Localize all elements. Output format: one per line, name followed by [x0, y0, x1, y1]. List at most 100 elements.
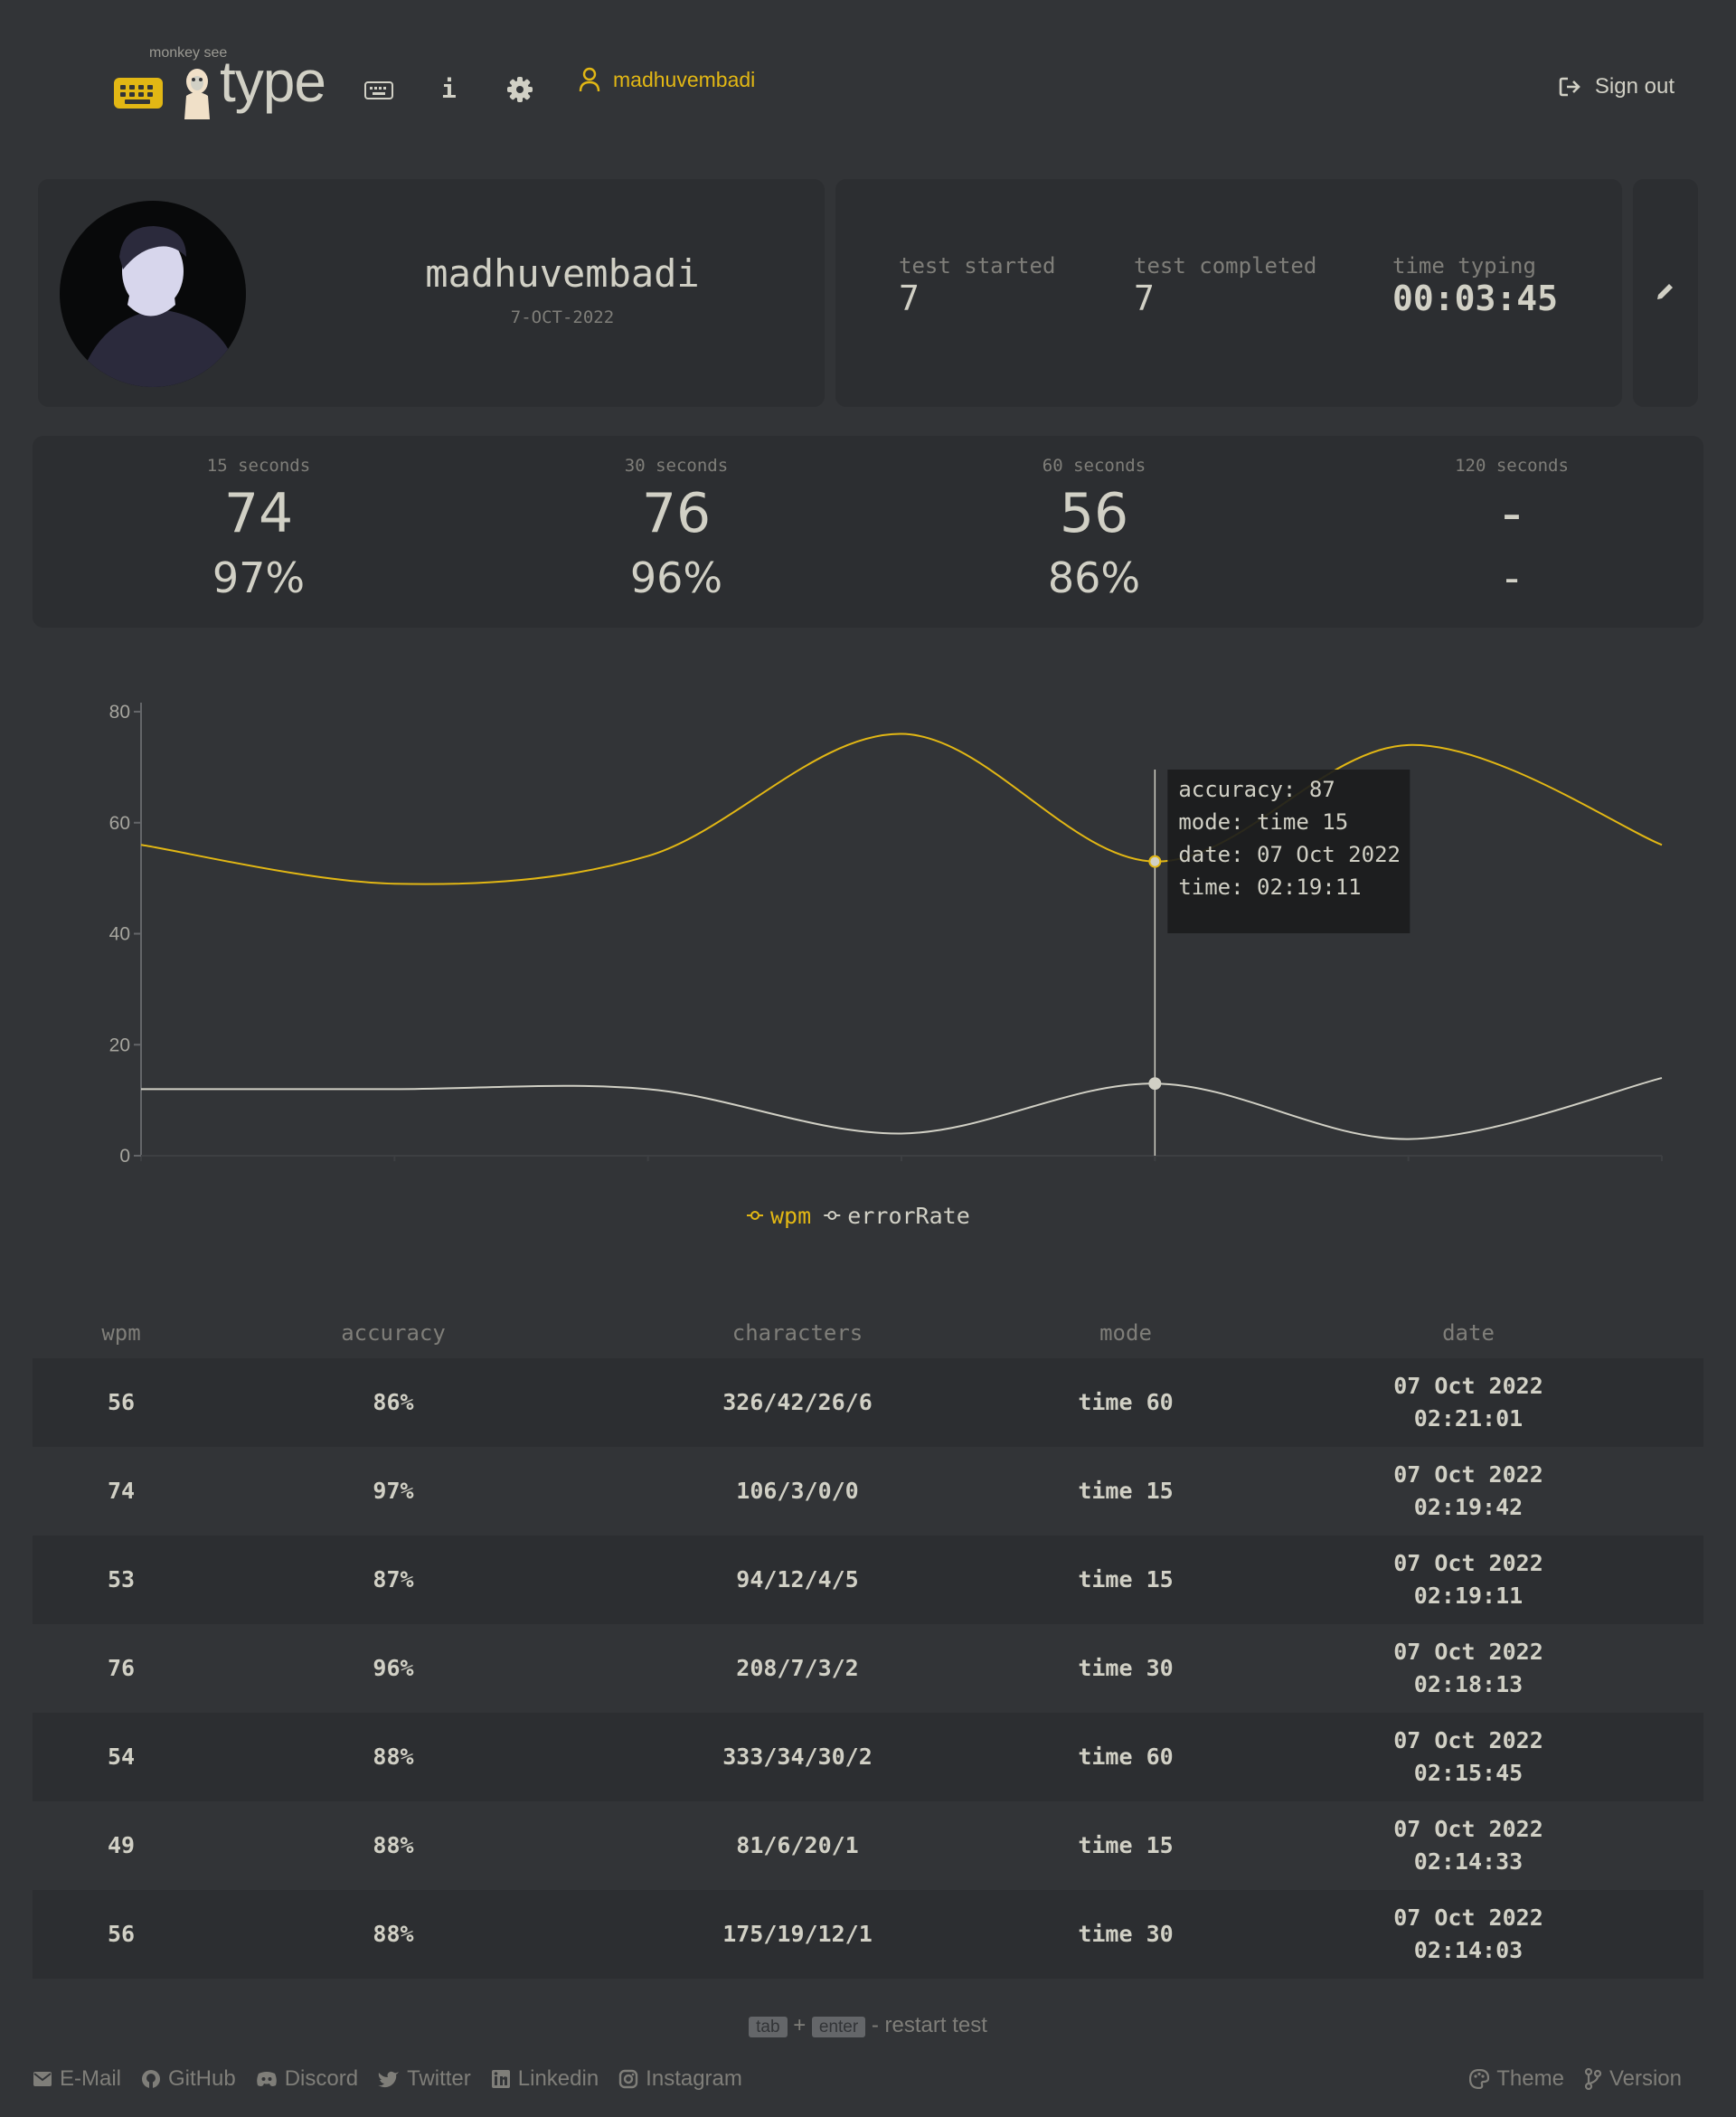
stat-tests-completed: test completed 7: [1134, 253, 1316, 318]
footer-version-button[interactable]: Version: [1584, 2066, 1682, 2092]
pb-120-seconds[interactable]: 120 seconds - -: [1376, 436, 1647, 599]
cell-date: 07 Oct 2022 02:18:13: [1233, 1624, 1703, 1713]
info-icon[interactable]: i: [441, 74, 457, 104]
footer-version-label: Version: [1609, 2066, 1682, 2091]
history-chart[interactable]: 0 20 40 60 80 accuracy: 87 mode: time 15 date: …: [0, 669, 1736, 1248]
cell-accuracy: 88%: [373, 1832, 414, 1858]
col-header-accuracy[interactable]: accuracy: [210, 1308, 577, 1358]
footer-link-discord[interactable]: Discord: [256, 2066, 358, 2092]
pb-wpm: 56: [1059, 482, 1129, 545]
pb-wpm: -: [1502, 482, 1522, 545]
tooltip-line: time: 02:19:11: [1178, 874, 1361, 900]
cell-characters: 175/19/12/1: [577, 1890, 1018, 1979]
edit-profile-button[interactable]: [1633, 179, 1698, 407]
footer-link-email[interactable]: E-Mail: [33, 2066, 121, 2092]
legend-label-errorRate: errorRate: [847, 1203, 969, 1229]
legend-marker-wpm: [750, 1211, 760, 1220]
cell-characters: 94/12/4/5: [577, 1536, 1018, 1624]
stat-tests-started: test started 7: [899, 253, 1055, 318]
pb-wpm: 76: [641, 482, 712, 545]
pb-30-seconds[interactable]: 30 seconds 76 96%: [541, 436, 812, 599]
table-row: 56 86% 326/42/26/6 time 60 07 Oct 2022 02:21:…: [33, 1358, 1703, 1447]
sign-out-label: Sign out: [1594, 74, 1675, 99]
logo-wordmark[interactable]: type: [220, 52, 326, 110]
sign-out-button[interactable]: Sign out: [1559, 74, 1675, 99]
git-branch-icon: [1584, 2068, 1602, 2090]
cell-accuracy: 87%: [210, 1536, 577, 1624]
instagram-icon: [618, 2069, 638, 2089]
restart-hint: tab + enter - restart test: [0, 2013, 1736, 2038]
github-icon: [142, 2070, 161, 2088]
key-tab: tab: [749, 2017, 788, 2037]
logo-keyboard-icon[interactable]: [114, 78, 163, 109]
keyboard-icon[interactable]: [364, 80, 393, 100]
nav-account-link[interactable]: madhuvembadi: [579, 67, 755, 92]
stat-value: 7: [899, 279, 920, 318]
cell-date: 07 Oct 2022 02:19:11: [1233, 1536, 1703, 1624]
table-row: 56 88% 175/19/12/1 time 30 07 Oct 2022 02:14:…: [33, 1890, 1703, 1979]
email-icon: [33, 2072, 52, 2086]
cell-date: 07 Oct 2022 02:14:03: [1233, 1890, 1703, 1979]
series-line-errorRate: [141, 1077, 1663, 1140]
pb-60-seconds[interactable]: 60 seconds 56 86%: [958, 436, 1230, 599]
cell-mode: time 60: [1018, 1358, 1233, 1447]
pb-15-seconds[interactable]: 15 seconds 74 97%: [123, 436, 394, 599]
personal-bests-panel: 15 seconds 74 97% 30 seconds 76 96% 60 s…: [33, 436, 1703, 628]
cell-date: 07 Oct 2022 02:14:33: [1233, 1801, 1703, 1890]
series-line-wpm: [140, 732, 1663, 885]
pb-accuracy: -: [1504, 553, 1520, 602]
pb-wpm: 74: [223, 482, 294, 545]
cell-mode: time 30: [1018, 1890, 1233, 1979]
hover-point-errorRate: [1148, 1077, 1162, 1091]
nav-username: madhuvembadi: [613, 67, 756, 91]
sign-out-icon: [1559, 77, 1580, 97]
cell-accuracy: 97%: [373, 1478, 414, 1504]
pb-accuracy: 97%: [212, 553, 306, 602]
footer-link-linkedin[interactable]: Linkedin: [491, 2066, 599, 2092]
tooltip-line: mode: time 15: [1178, 809, 1348, 835]
cell-date-time: 02:15:45: [1413, 1760, 1524, 1786]
user-icon: [579, 67, 600, 92]
palette-icon: [1469, 2069, 1490, 2089]
cell-date-time: 02:14:03: [1413, 1937, 1524, 1963]
footer-theme-button[interactable]: Theme: [1469, 2066, 1564, 2092]
col-header-characters[interactable]: characters: [577, 1308, 1018, 1358]
cell-date: 07 Oct 2022 02:19:42: [1233, 1447, 1703, 1536]
table-header-row: wpm accuracy characters mode date: [33, 1308, 1703, 1358]
footer-link-label: Instagram: [646, 2066, 742, 2091]
col-header-wpm[interactable]: wpm: [33, 1308, 210, 1358]
table-row: 76 96% 208/7/3/2 time 30 07 Oct 2022 02:18:13: [33, 1624, 1703, 1713]
cell-date-time: 02:19:42: [1413, 1494, 1524, 1520]
y-tick-label: 40: [109, 924, 130, 945]
stat-label: time typing: [1392, 253, 1536, 279]
footer-link-twitter[interactable]: Twitter: [378, 2066, 471, 2092]
col-header-date[interactable]: date: [1233, 1308, 1703, 1358]
pb-accuracy: 86%: [1047, 553, 1141, 602]
stat-label: test completed: [1134, 253, 1317, 279]
table-row: 74 97% 106/3/0/0 time 15 07 Oct 2022 02:19:42: [33, 1447, 1703, 1536]
stat-label: test started: [899, 253, 1056, 279]
footer-link-github[interactable]: GitHub: [141, 2066, 236, 2092]
footer-link-label: E-Mail: [60, 2066, 122, 2091]
logo-tagline: monkey see: [149, 45, 228, 61]
cell-mode: time 15: [1078, 1478, 1174, 1504]
table-row: 53 87% 94/12/4/5 time 15 07 Oct 2022 02:19:11: [33, 1536, 1703, 1624]
cell-date-time: 02:19:11: [1413, 1583, 1524, 1609]
cell-accuracy: 88%: [210, 1713, 577, 1801]
y-tick-label: 80: [109, 702, 130, 723]
cell-characters: 106/3/0/0: [736, 1478, 859, 1504]
footer-link-instagram[interactable]: Instagram: [618, 2066, 742, 2092]
col-header-mode[interactable]: mode: [1018, 1308, 1233, 1358]
footer-link-label: Linkedin: [517, 2066, 599, 2091]
stat-value: 7: [1134, 279, 1155, 318]
profile-joined-date: 7-OCT-2022: [510, 307, 615, 327]
footer-link-label: Twitter: [407, 2066, 471, 2091]
pb-label: 30 seconds: [624, 456, 729, 476]
cell-characters: 326/42/26/6: [577, 1358, 1018, 1447]
tooltip-line: date: 07 Oct 2022: [1178, 842, 1401, 867]
settings-gear-icon[interactable]: [506, 76, 533, 103]
hint-plus: +: [793, 2013, 807, 2037]
hover-point-wpm: [1148, 855, 1162, 868]
cell-date: 07 Oct 2022 02:15:45: [1233, 1713, 1703, 1801]
cell-wpm: 54: [33, 1713, 210, 1801]
